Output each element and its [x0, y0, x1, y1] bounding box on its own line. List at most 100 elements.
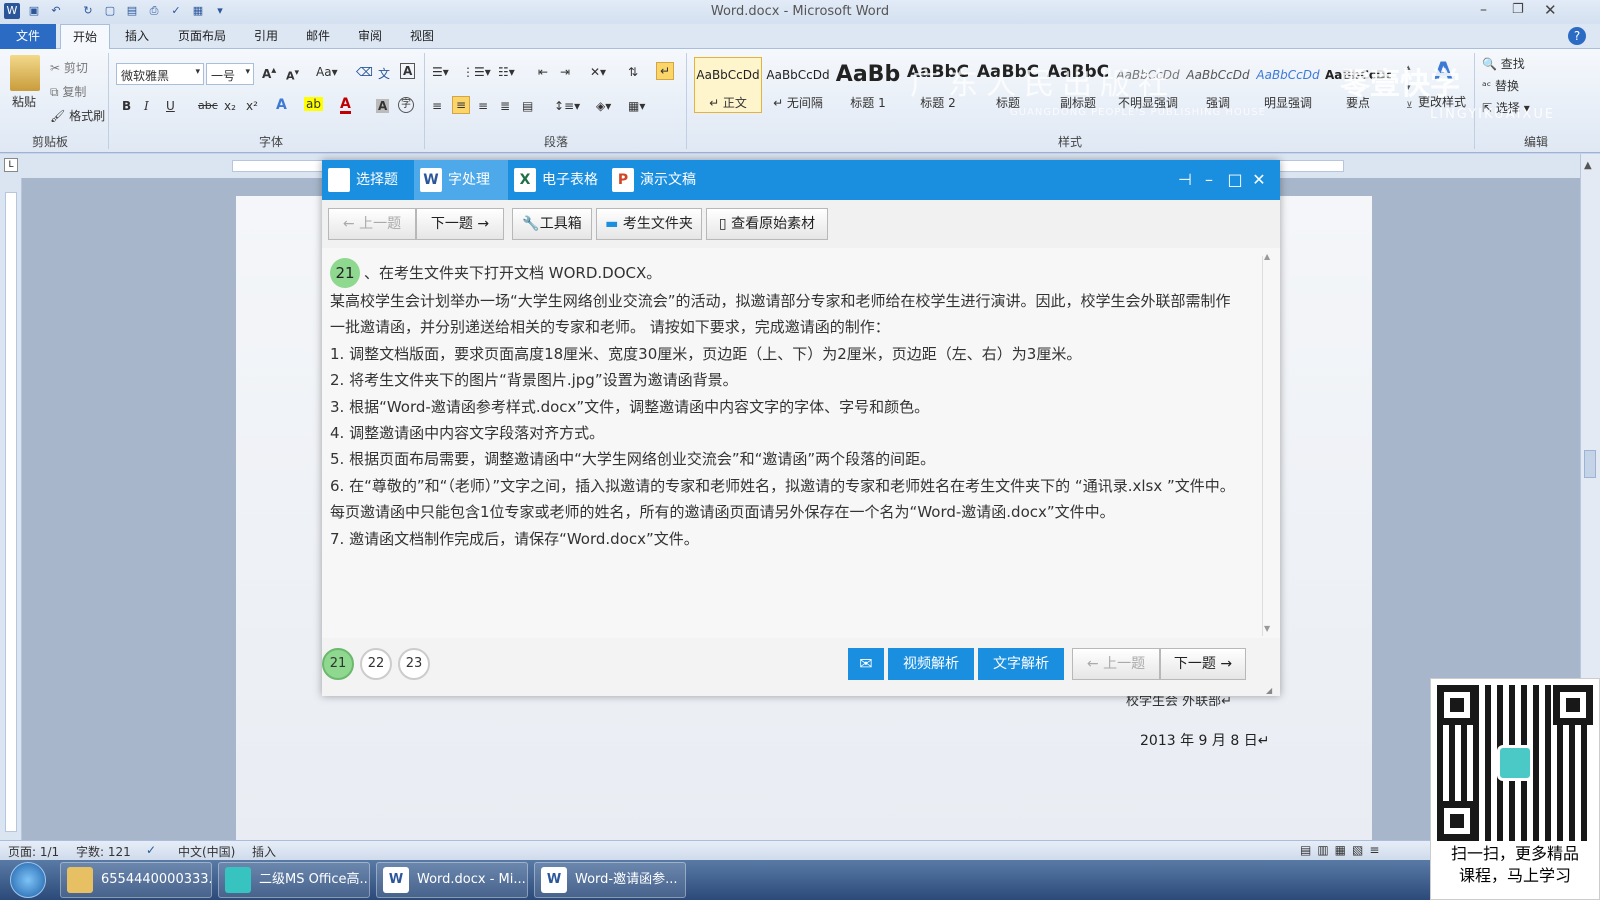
page-count[interactable]: 页面: 1/1	[8, 843, 59, 860]
word-count[interactable]: 字数: 121	[76, 843, 131, 860]
scrollbar-thumb[interactable]	[1584, 450, 1596, 478]
superscript-icon[interactable]: x²	[246, 99, 258, 113]
style-8[interactable]: AaBbCcDd 强调	[1184, 57, 1252, 113]
page-number-button[interactable]: 23	[398, 648, 430, 680]
footer-next-button[interactable]: 下一题 →	[1160, 648, 1246, 680]
tab-references[interactable]: 引用	[242, 24, 290, 49]
multilevel-list-icon[interactable]: ☷▾	[498, 65, 515, 79]
tab-review[interactable]: 审阅	[346, 24, 394, 49]
clear-format-icon[interactable]: ⌫	[356, 65, 373, 79]
proofing-icon[interactable]: ✓	[146, 843, 156, 857]
strikethrough-icon[interactable]: abc	[198, 99, 218, 112]
student-folder-button[interactable]: ▬ 考生文件夹	[596, 208, 702, 240]
align-right-icon[interactable]: ≡	[478, 99, 488, 113]
shrink-font-icon[interactable]: A▾	[286, 67, 299, 83]
scroll-up-icon[interactable]: ▲	[1264, 252, 1270, 261]
question-scrollbar[interactable]: ▲ ▼	[1262, 252, 1272, 636]
shading-icon[interactable]: ◈▾	[596, 99, 611, 113]
taskbar-item-word-invitation[interactable]: W Word-邀请函参...	[534, 862, 686, 898]
tab-presentation[interactable]: P 演示文稿	[606, 160, 702, 200]
minimize-icon[interactable]: –	[1480, 2, 1487, 18]
text-analysis-button[interactable]: 文字解析	[978, 648, 1064, 680]
align-left-icon[interactable]: ≡	[432, 99, 442, 113]
character-shading-icon[interactable]: A	[376, 99, 390, 113]
video-analysis-button[interactable]: 视频解析	[888, 648, 974, 680]
taskbar-item-folder[interactable]: 6554440000333...	[60, 862, 212, 898]
font-name-select[interactable]: 微软雅黑 ▾	[116, 63, 204, 85]
footer-prev-button[interactable]: ← 上一题	[1072, 648, 1160, 680]
distributed-icon[interactable]: ▤	[522, 99, 533, 113]
close-icon[interactable]: ✕	[1248, 168, 1270, 192]
paste-icon[interactable]	[10, 55, 40, 91]
language[interactable]: 中文(中国)	[178, 843, 235, 860]
maximize-icon[interactable]: □	[1224, 168, 1246, 192]
increase-indent-icon[interactable]: ⇥	[560, 65, 570, 79]
tab-home[interactable]: 开始	[60, 24, 110, 49]
style-3[interactable]: AaBb 标题 1	[834, 57, 902, 113]
grow-font-icon[interactable]: A▴	[262, 65, 276, 81]
tab-selector-icon[interactable]: L	[4, 158, 18, 172]
tab-view[interactable]: 视图	[398, 24, 446, 49]
align-center-icon[interactable]: ≡	[452, 96, 471, 114]
style-2[interactable]: AaBbCcDd ↵ 无间隔	[764, 57, 832, 113]
style-9[interactable]: AaBbCcDd 明显强调	[1254, 57, 1322, 113]
replace-button[interactable]: ᵃᶜ 替换	[1482, 77, 1519, 94]
view-buttons-icon[interactable]: ▤▥▦▧≡	[1300, 843, 1385, 857]
highlight-icon[interactable]: ab	[304, 97, 323, 111]
subscript-icon[interactable]: x₂	[224, 99, 236, 113]
style-1[interactable]: AaBbCcDd ↵ 正文	[694, 57, 762, 113]
wechat-icon[interactable]: ✉	[848, 648, 884, 680]
prev-question-button[interactable]: ← 上一题	[328, 208, 416, 240]
next-question-button[interactable]: 下一题 →	[416, 208, 504, 240]
sort-icon[interactable]: ⇅	[628, 65, 638, 79]
enclose-characters-icon[interactable]: 字	[398, 97, 414, 113]
insert-mode[interactable]: 插入	[252, 843, 276, 860]
underline-icon[interactable]: U	[166, 99, 175, 113]
paste-button[interactable]: 粘贴	[12, 93, 36, 110]
taskbar-item-word[interactable]: W Word.docx - Mi...	[376, 862, 528, 898]
page-number-button[interactable]: 21	[322, 648, 354, 680]
find-button[interactable]: 🔍 查找	[1482, 55, 1525, 72]
document-date[interactable]: 2013 年 9 月 8 日↵	[1140, 730, 1269, 750]
chinese-layout-icon[interactable]: ✕▾	[590, 65, 606, 79]
view-original-button[interactable]: ▯ 查看原始素材	[706, 208, 828, 240]
bold-icon[interactable]: B	[122, 99, 131, 113]
start-button[interactable]	[10, 862, 46, 898]
tab-page-layout[interactable]: 页面布局	[166, 24, 238, 49]
line-spacing-icon[interactable]: ↕≡▾	[554, 99, 580, 113]
resize-grip-icon[interactable]: ◢	[1266, 686, 1272, 695]
character-border-icon[interactable]: A	[400, 63, 416, 79]
tab-multiple-choice[interactable]: 选择题	[322, 160, 414, 200]
tab-file[interactable]: 文件	[0, 24, 56, 49]
tab-mailings[interactable]: 邮件	[294, 24, 342, 49]
minimize-icon[interactable]: –	[1198, 168, 1220, 192]
copy-button[interactable]: ⧉ 复制	[50, 83, 86, 100]
close-icon[interactable]: ✕	[1544, 1, 1557, 19]
italic-icon[interactable]: I	[144, 99, 149, 113]
text-effects-icon[interactable]: A	[276, 97, 287, 113]
font-color-icon[interactable]: A	[340, 97, 351, 114]
restore-icon[interactable]: ❐	[1512, 2, 1524, 17]
scroll-down-icon[interactable]: ▼	[1264, 624, 1270, 633]
cut-button[interactable]: ✂ 剪切	[50, 59, 88, 76]
vertical-ruler[interactable]	[0, 178, 22, 840]
toolbox-button[interactable]: 🔧工具箱	[512, 208, 592, 240]
decrease-indent-icon[interactable]: ⇤	[538, 65, 548, 79]
change-case-icon[interactable]: Aa▾	[316, 65, 338, 79]
show-formatting-marks-icon[interactable]: ↵	[656, 62, 675, 80]
help-icon[interactable]: ?	[1568, 27, 1586, 45]
justify-icon[interactable]: ≣	[500, 99, 510, 113]
tab-spreadsheet[interactable]: X 电子表格	[508, 160, 604, 200]
numbering-icon[interactable]: ⋮☰▾	[462, 65, 491, 79]
phonetic-guide-icon[interactable]: 文	[378, 65, 390, 82]
tab-insert[interactable]: 插入	[112, 24, 162, 49]
taskbar-item-exam[interactable]: 二级MS Office高...	[218, 862, 370, 898]
scroll-up-icon[interactable]: ▲	[1584, 160, 1592, 171]
bullets-icon[interactable]: ☰▾	[432, 65, 449, 79]
font-size-select[interactable]: 一号 ▾	[206, 63, 254, 85]
format-painter-button[interactable]: 🖌 格式刷	[50, 107, 105, 124]
page-number-button[interactable]: 22	[360, 648, 392, 680]
borders-icon[interactable]: ▦▾	[628, 99, 645, 113]
tab-word-processing[interactable]: W 字处理	[414, 160, 508, 200]
pin-icon[interactable]: ⊣	[1174, 168, 1196, 192]
